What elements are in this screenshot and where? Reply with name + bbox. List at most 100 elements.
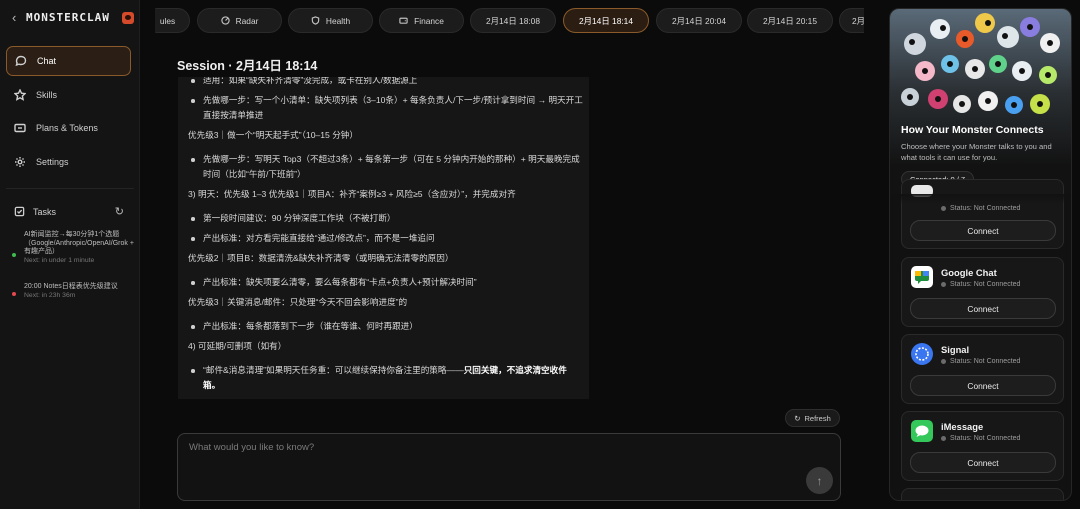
task-text: AI新闻监控→每30分钟1个选题（Google/Anthropic/OpenAI… (24, 231, 134, 256)
monsters-illustration (901, 13, 1060, 114)
list-item: 第一段时间建议：90 分钟深度工作块（不被打断） (188, 211, 583, 226)
task-status-dot (12, 292, 16, 296)
checkbox-icon (14, 206, 25, 217)
signal-icon (911, 343, 933, 365)
list-item: 先做哪一步：写明天 Top3（不超过3条）+ 每条第一步（可在 5 分钟内开始的… (188, 152, 583, 182)
integration-status: Status: Not Connected (941, 205, 1020, 212)
tab-rules[interactable]: ules (155, 8, 190, 33)
list-item: 产出标准：对方看完能直接给“通过/修改点”，而不是一堆追问 (188, 231, 583, 246)
integration-card-google-chat: Google Chat Status: Not Connected Connec… (901, 257, 1064, 327)
task-next-run: Next: in 23h 36m (24, 291, 76, 299)
tab-label: Radar (235, 15, 259, 26)
tab-label: Health (325, 15, 351, 26)
star-icon (14, 88, 26, 101)
back-chevron-icon[interactable]: ‹ (12, 10, 20, 25)
list-item: “邮件&消息清理”如果明天任务重：可以继续保持你备注里的策略——只回关键，不追求… (188, 363, 583, 393)
paragraph: 3) 明天：优先级 1–3 优先级1｜项目A：补齐“案例≥3 + 风险≥5（含应… (188, 189, 516, 199)
wallet-icon (399, 17, 408, 24)
status-dot (941, 282, 946, 287)
sidebar-item-label: Skills (36, 89, 58, 100)
monsters-hero-image (890, 9, 1071, 194)
sidebar-item-plans-tokens[interactable]: Plans & Tokens (6, 113, 131, 143)
tasks-header: Tasks ↻ (14, 205, 124, 218)
integration-name: Google Chat (941, 267, 997, 278)
radar-icon (220, 16, 230, 25)
integration-name: iMessage (941, 421, 984, 432)
sidebar-divider (6, 188, 134, 189)
message-content: 适用：如果“缺失补齐清零”没完成，或卡在别人/数据源上 先做哪一步：写一个小清单… (178, 77, 589, 399)
tab-session-1808[interactable]: 2月14日 18:08 (470, 8, 556, 33)
task-item[interactable]: 20:00 Notes日程表优先级建议 Next: in 23h 36m (12, 283, 140, 300)
tab-label: 2月14日 18:08 (485, 15, 540, 26)
connect-button[interactable]: Connect (910, 220, 1056, 241)
arrow-up-icon: ↑ (816, 473, 823, 488)
status-label: Status: Not Connected (950, 281, 1021, 288)
gear-icon (15, 156, 25, 167)
integration-status: Status: Not Connected (941, 281, 1020, 288)
imessage-icon (911, 420, 933, 442)
panel-scroll-fade (890, 194, 1071, 204)
integration-card-signal: Signal Status: Not Connected Connect (901, 334, 1064, 404)
page-title: Session · 2月14日 18:14 (177, 59, 318, 73)
paragraph: 优先级3｜关键消息/邮件：只处理“今天不回会影响进度”的 (188, 297, 408, 307)
shield-icon (311, 16, 320, 25)
panel-title: How Your Monster Connects (901, 124, 1044, 136)
tab-label: 2月14日 18:14 (578, 15, 633, 26)
tab-label: ules (159, 15, 176, 26)
brand-title: MONSTERCLAW (26, 11, 110, 24)
status-dot (941, 359, 946, 364)
tab-health[interactable]: Health (288, 8, 373, 33)
sidebar-item-skills[interactable]: Skills (6, 80, 131, 110)
status-dot (941, 436, 946, 441)
list-item: 先做哪一步：写一个小清单：缺失项列表（3–10条）+ 每条负责人/下一步/预计拿… (188, 93, 583, 123)
list-item-text: “邮件&消息清理”如果明天任务重：可以继续保持你备注里的策略—— (203, 365, 464, 375)
sidebar-item-label: Plans & Tokens (36, 123, 98, 133)
sidebar-item-label: Chat (37, 56, 57, 66)
tab-session-2015[interactable]: 2月14日 20:15 (747, 8, 833, 33)
tab-finance[interactable]: Finance (379, 8, 464, 33)
tab-label: Finance (414, 15, 444, 26)
send-button[interactable]: ↑ (806, 467, 833, 494)
tasks-label: Tasks (33, 206, 57, 217)
sidebar-item-label: Settings (36, 156, 69, 167)
task-item[interactable]: AI新闻监控→每30分钟1个选题（Google/Anthropic/OpenAI… (12, 231, 140, 265)
integration-card-partial (901, 488, 1064, 500)
tab-label: 2月14日 20:04 (671, 15, 726, 26)
integration-card-imessage: iMessage Status: Not Connected Connect (901, 411, 1064, 481)
status-label: Status: Not Connected (950, 358, 1021, 365)
connect-button[interactable]: Connect (910, 375, 1056, 396)
session-tabs: ules Radar Health Finance 2月14日 18:08 2月… (155, 8, 864, 33)
chat-composer: ↑ (177, 433, 841, 501)
monster-logo-icon (121, 11, 134, 24)
refresh-tasks-icon[interactable]: ↻ (115, 205, 124, 218)
paragraph: 优先级2｜项目B：数据清洗&缺失补齐清零（或明确无法清零的原因） (188, 253, 454, 263)
list-item: 产出标准：缺失项要么清零，要么每条都有“卡点+负责人+预计解决时间” (188, 275, 583, 290)
refresh-icon: ↻ (794, 413, 801, 423)
sidebar-item-settings[interactable]: Settings (6, 147, 131, 177)
tab-session-2004[interactable]: 2月14日 20:04 (656, 8, 742, 33)
paragraph: 4) 可延期/可删项（如有） (188, 341, 287, 351)
tab-radar[interactable]: Radar (197, 8, 282, 33)
google-chat-icon (911, 266, 933, 288)
connections-panel: How Your Monster Connects Choose where y… (889, 8, 1072, 501)
sidebar-item-chat[interactable]: Chat (6, 46, 131, 76)
list-item: 产出标准：每条都落到下一步（谁在等谁、何时再跟进） (188, 319, 583, 334)
connect-button[interactable]: Connect (910, 298, 1056, 319)
tab-session-1814[interactable]: 2月14日 18:14 (563, 8, 649, 33)
chat-input[interactable] (189, 442, 789, 453)
sidebar-nav: Chat Skills Plans & Tokens Settings (6, 46, 131, 180)
list-item: 适用：如果“缺失补齐清零”没完成，或卡在别人/数据源上 (188, 77, 583, 88)
status-label: Status: Not Connected (950, 435, 1021, 442)
task-next-run: Next: in under 1 minute (24, 256, 95, 264)
card-icon (14, 123, 26, 133)
connect-button[interactable]: Connect (910, 452, 1056, 473)
tab-label: 2月14日 20:15 (762, 15, 817, 26)
integration-status: Status: Not Connected (941, 358, 1020, 365)
paragraph: 优先级3｜做一个“明天起手式”（10–15 分钟） (188, 130, 358, 140)
tab-label: 2月 (852, 15, 864, 26)
status-label: Status: Not Connected (950, 205, 1021, 212)
refresh-button[interactable]: ↻ Refresh (785, 409, 840, 427)
integration-card: Status: Not Connected Connect (901, 179, 1064, 249)
task-status-dot (12, 253, 16, 257)
tab-session-more[interactable]: 2月 (839, 8, 864, 33)
